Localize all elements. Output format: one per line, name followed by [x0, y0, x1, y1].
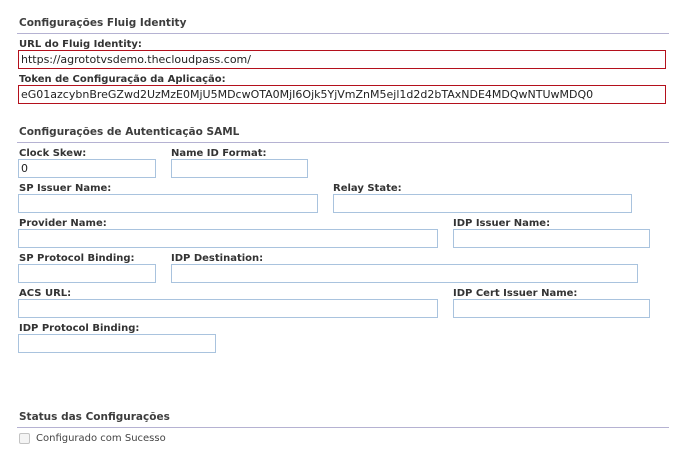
saml-section-title: Configurações de Autenticação SAML — [19, 126, 240, 138]
idp-issuer-name-label: IDP Issuer Name: — [453, 218, 551, 229]
status-section-divider — [17, 427, 669, 428]
provider-name-input[interactable] — [18, 229, 438, 248]
idp-protocol-binding-label: IDP Protocol Binding: — [19, 323, 140, 334]
relay-state-label: Relay State: — [333, 183, 402, 194]
fluig-section-divider — [17, 33, 669, 34]
name-id-format-input[interactable] — [171, 159, 308, 178]
token-label: Token de Configuração da Aplicação: — [19, 74, 226, 85]
clock-skew-label: Clock Skew: — [19, 148, 87, 159]
sp-protocol-binding-label: SP Protocol Binding: — [19, 253, 135, 264]
configured-success-checkbox[interactable] — [19, 433, 30, 444]
idp-cert-issuer-name-label: IDP Cert Issuer Name: — [453, 288, 578, 299]
acs-url-input[interactable] — [18, 299, 438, 318]
fluig-url-input[interactable]: https://agrototvsdemo.thecloudpass.com/ — [18, 50, 666, 69]
saml-section-divider — [17, 142, 669, 143]
fluig-section-title: Configurações Fluig Identity — [19, 17, 187, 29]
provider-name-label: Provider Name: — [19, 218, 107, 229]
clock-skew-input[interactable]: 0 — [18, 159, 156, 178]
acs-url-label: ACS URL: — [19, 288, 72, 299]
relay-state-input[interactable] — [333, 194, 632, 213]
sp-issuer-name-input[interactable] — [18, 194, 318, 213]
fluig-url-label: URL do Fluig Identity: — [19, 39, 142, 50]
configured-success-label: Configurado com Sucesso — [36, 433, 166, 444]
token-input[interactable]: eG01azcybnBreGZwd2UzMzE0MjU5MDcwOTA0MjI6… — [18, 85, 666, 104]
idp-cert-issuer-name-input[interactable] — [453, 299, 650, 318]
idp-protocol-binding-input[interactable] — [18, 334, 216, 353]
idp-issuer-name-input[interactable] — [453, 229, 650, 248]
status-section-title: Status das Configurações — [19, 411, 170, 423]
sp-issuer-name-label: SP Issuer Name: — [19, 183, 112, 194]
idp-destination-input[interactable] — [171, 264, 638, 283]
sp-protocol-binding-input[interactable] — [18, 264, 156, 283]
name-id-format-label: Name ID Format: — [171, 148, 267, 159]
idp-destination-label: IDP Destination: — [171, 253, 264, 264]
